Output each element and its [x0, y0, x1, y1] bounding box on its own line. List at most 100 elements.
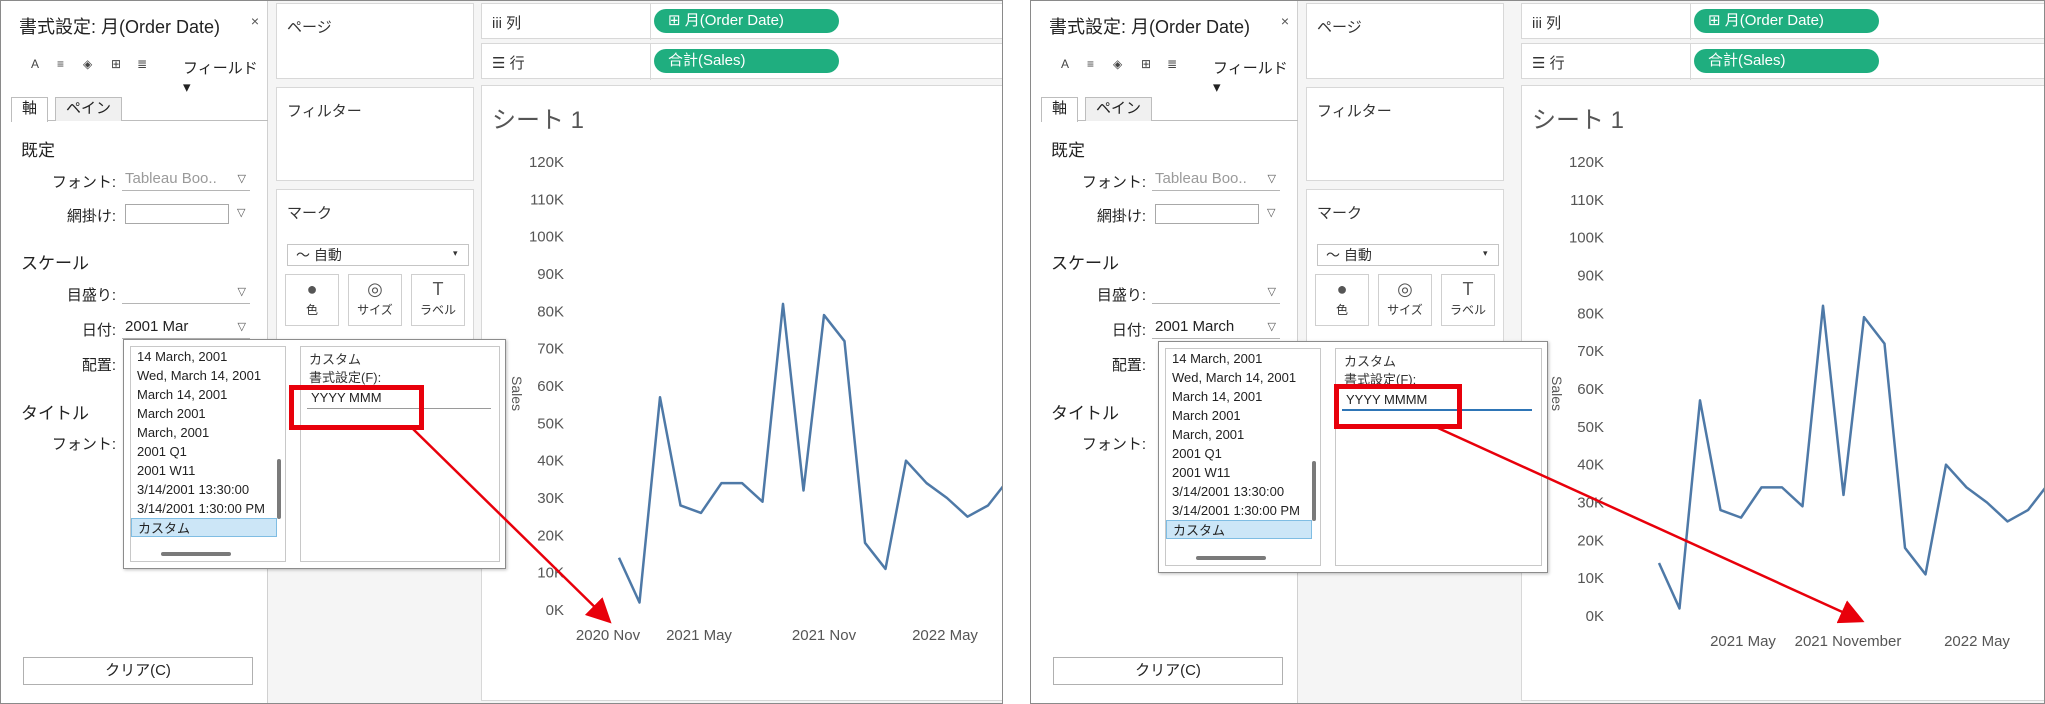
align-icon[interactable]: ≡: [1087, 57, 1094, 71]
y-tick-label: 100K: [529, 229, 564, 246]
rows-shelf[interactable]: ☰ 行 合計(Sales): [1521, 43, 2044, 80]
y-tick-label: 50K: [537, 415, 564, 432]
y-tick-label: 100K: [1569, 230, 1604, 247]
date-format-option[interactable]: Wed, March 14, 2001: [1166, 368, 1312, 387]
mark-type-dropdown[interactable]: 〜 自動: [1317, 244, 1499, 266]
chevron-down-icon[interactable]: ▽: [237, 206, 263, 219]
tab-pane[interactable]: ペイン: [55, 97, 123, 121]
pages-card[interactable]: ページ: [1306, 3, 1504, 79]
y-axis-title: Sales: [509, 376, 525, 411]
date-format-option[interactable]: March, 2001: [1166, 425, 1312, 444]
marks-card: マーク 〜 自動 ▾ ● 色 ◎ サイズ T ラベル: [276, 189, 474, 349]
sales-pill[interactable]: 合計(Sales): [1694, 49, 1879, 73]
date-format-option[interactable]: 2001 W11: [131, 461, 277, 480]
date-format-option[interactable]: 14 March, 2001: [1166, 349, 1312, 368]
chevron-down-icon[interactable]: ▽: [1267, 206, 1293, 219]
pages-card[interactable]: ページ: [276, 3, 474, 79]
clear-button[interactable]: クリア(C): [23, 657, 253, 685]
order-date-pill[interactable]: ⊞ 月(Order Date): [1694, 9, 1879, 33]
lines-icon[interactable]: ≣: [1167, 57, 1177, 71]
size-button[interactable]: ◎ サイズ: [348, 274, 402, 326]
font-dropdown[interactable]: Tableau Boo.. ▽: [122, 169, 250, 191]
date-format-option[interactable]: 3/14/2001 13:30:00: [1166, 482, 1312, 501]
date-format-popup: 14 March, 2001 Wed, March 14, 2001 March 1…: [1158, 341, 1548, 573]
lines-icon[interactable]: ≣: [137, 57, 147, 71]
color-button[interactable]: ● 色: [285, 274, 339, 326]
date-format-option[interactable]: カスタム: [1166, 520, 1312, 539]
x-tick-label: 2021 May: [1710, 633, 1776, 650]
rows-shelf[interactable]: ☰ 行 合計(Sales): [481, 43, 1002, 80]
size-icon: ◎: [367, 279, 383, 299]
shading-swatch[interactable]: [1155, 204, 1259, 224]
date-format-option[interactable]: Wed, March 14, 2001: [131, 366, 277, 385]
date-format-option[interactable]: March 14, 2001: [131, 385, 277, 404]
columns-shelf[interactable]: iii 列 ⊞ 月(Order Date): [481, 3, 1002, 40]
date-format-option[interactable]: March 2001: [1166, 406, 1312, 425]
ticks-dropdown[interactable]: ▽: [122, 282, 250, 304]
date-format-option[interactable]: 3/14/2001 1:30:00 PM: [131, 499, 277, 518]
align-icon[interactable]: ≡: [57, 57, 64, 71]
date-format-dropdown[interactable]: 2001 March ▽: [1152, 317, 1280, 339]
shading-label: 網掛け:: [66, 208, 116, 225]
tab-axis[interactable]: 軸: [1041, 97, 1079, 122]
filters-card[interactable]: フィルター: [276, 87, 474, 181]
y-tick-label: 120K: [1569, 154, 1604, 171]
field-dropdown[interactable]: フィールド▾: [183, 57, 261, 96]
date-format-option[interactable]: 2001 W11: [1166, 463, 1312, 482]
tab-pane[interactable]: ペイン: [1085, 97, 1153, 121]
shading-swatch[interactable]: [125, 204, 229, 224]
label-button[interactable]: T ラベル: [1441, 274, 1495, 326]
close-icon[interactable]: ×: [1281, 13, 1289, 29]
date-format-list[interactable]: 14 March, 2001 Wed, March 14, 2001 March 1…: [1165, 348, 1321, 566]
date-format-option[interactable]: 3/14/2001 13:30:00: [131, 480, 277, 499]
filters-card[interactable]: フィルター: [1306, 87, 1504, 181]
borders-icon[interactable]: ⊞: [1141, 57, 1151, 71]
field-dropdown[interactable]: フィールド▾: [1213, 57, 1291, 96]
clear-button[interactable]: クリア(C): [1053, 657, 1283, 685]
close-icon[interactable]: ×: [251, 13, 259, 29]
date-format-option[interactable]: 2001 Q1: [1166, 444, 1312, 463]
y-tick-label: 60K: [537, 378, 564, 395]
worksheet: シート 1 Sales 0K 10K 20K 30K 40K 50K 60K 70K 80K 90K…: [481, 85, 1002, 701]
size-button[interactable]: ◎ サイズ: [1378, 274, 1432, 326]
font-dropdown[interactable]: Tableau Boo.. ▽: [1152, 169, 1280, 191]
date-format-option[interactable]: 3/14/2001 1:30:00 PM: [1166, 501, 1312, 520]
worksheet: シート 1 Sales 0K 10K 20K 30K 40K 50K 60K 70K 80K 90K…: [1521, 85, 2044, 701]
date-format-option[interactable]: 14 March, 2001: [131, 347, 277, 366]
date-format-list[interactable]: 14 March, 2001 Wed, March 14, 2001 March 1…: [130, 346, 286, 562]
custom-group-label: カスタム: [1344, 354, 1397, 369]
rows-label: ☰ 行: [492, 55, 525, 72]
shading-icon[interactable]: ◈: [83, 57, 92, 71]
order-date-pill[interactable]: ⊞ 月(Order Date): [654, 9, 839, 33]
ticks-dropdown[interactable]: ▽: [1152, 282, 1280, 304]
date-format-option[interactable]: カスタム: [131, 518, 277, 537]
color-button[interactable]: ● 色: [1315, 274, 1369, 326]
label-button[interactable]: T ラベル: [411, 274, 465, 326]
horizontal-scrollbar[interactable]: [161, 552, 231, 556]
vertical-scrollbar[interactable]: [277, 459, 281, 519]
shading-icon[interactable]: ◈: [1113, 57, 1122, 71]
date-format-dropdown[interactable]: 2001 Mar ▽: [122, 317, 250, 339]
screenshot-before: 書式設定: 月(Order Date) × A ≡ ◈ ⊞ ≣ フィールド▾ 軸…: [0, 0, 1003, 704]
tab-axis[interactable]: 軸: [11, 97, 49, 122]
columns-shelf[interactable]: iii 列 ⊞ 月(Order Date): [1521, 3, 2044, 40]
date-format-option[interactable]: March 2001: [131, 404, 277, 423]
custom-format-panel: カスタム 書式設定(F): YYYY MMMM: [1335, 348, 1542, 566]
font-format-icon[interactable]: A: [31, 57, 39, 71]
shelf-divider: [650, 44, 651, 80]
borders-icon[interactable]: ⊞: [111, 57, 121, 71]
chevron-down-icon: ▽: [237, 173, 246, 185]
date-format-option[interactable]: March, 2001: [131, 423, 277, 442]
chevron-down-icon: ▽: [1267, 286, 1276, 298]
date-format-option[interactable]: 2001 Q1: [131, 442, 277, 461]
date-format-option[interactable]: March 14, 2001: [1166, 387, 1312, 406]
vertical-scrollbar[interactable]: [1312, 461, 1316, 521]
custom-group-label: カスタム: [309, 352, 362, 367]
mark-type-dropdown[interactable]: 〜 自動: [287, 244, 469, 266]
horizontal-scrollbar[interactable]: [1196, 556, 1266, 560]
font-format-icon[interactable]: A: [1061, 57, 1069, 71]
marks-label: マーク: [1317, 205, 1363, 222]
y-tick-label: 110K: [530, 191, 564, 208]
font-label: フォント:: [51, 174, 116, 191]
sales-pill[interactable]: 合計(Sales): [654, 49, 839, 73]
